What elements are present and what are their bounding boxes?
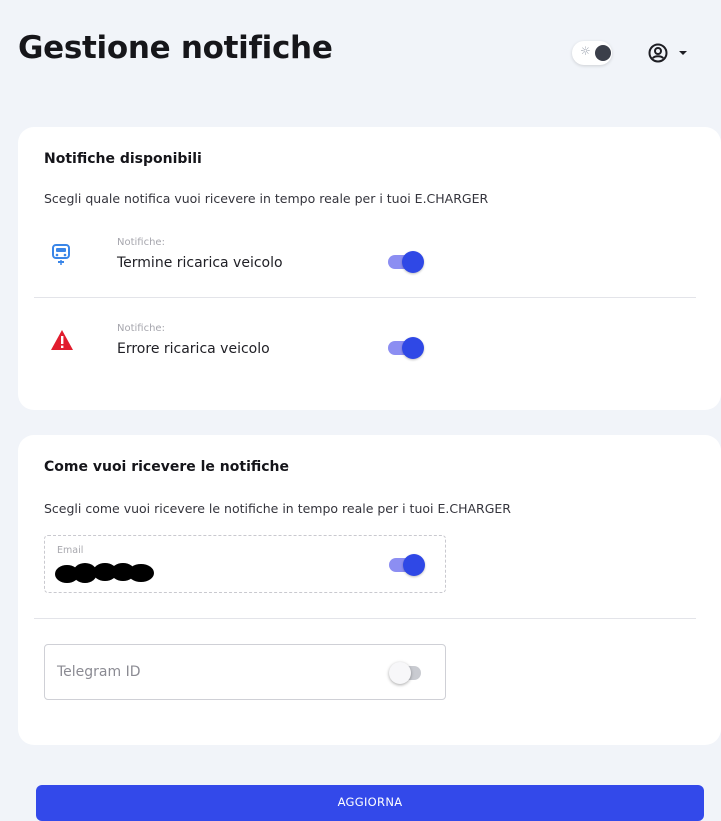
toggle-knob (389, 662, 411, 684)
email-field[interactable]: Email (44, 535, 446, 593)
sun-icon: ☼ (580, 44, 591, 58)
theme-toggle-knob (595, 45, 611, 61)
warning-triangle-icon (50, 329, 74, 355)
charge-error-toggle[interactable] (388, 336, 424, 360)
telegram-id-placeholder: Telegram ID (57, 664, 141, 680)
notification-row-charge-complete: Notifiche: Termine ricarica veicolo (44, 237, 704, 287)
available-notifications-description: Scegli quale notifica vuoi ricevere in t… (44, 191, 489, 206)
email-field-label: Email (57, 545, 84, 556)
theme-toggle[interactable]: ☼ (572, 41, 616, 65)
notification-label: Errore ricarica veicolo (117, 341, 270, 357)
email-toggle[interactable] (389, 553, 425, 577)
notification-row-charge-error: Notifiche: Errore ricarica veicolo (44, 323, 704, 373)
toggle-knob (402, 337, 424, 359)
charging-station-icon (50, 243, 72, 271)
notification-type-label: Notifiche: (117, 237, 165, 248)
account-menu[interactable] (648, 40, 688, 66)
caret-down-icon (678, 49, 688, 57)
delivery-channels-description: Scegli come vuoi ricevere le notifiche i… (44, 501, 511, 516)
delivery-channels-title: Come vuoi ricevere le notifiche (44, 459, 290, 475)
delivery-channels-card: Come vuoi ricevere le notifiche Scegli c… (18, 435, 721, 745)
page-title: Gestione notifiche (18, 30, 333, 66)
toggle-knob (402, 251, 424, 273)
notification-label: Termine ricarica veicolo (117, 255, 283, 271)
redacted-value (55, 562, 155, 588)
divider (34, 297, 696, 298)
user-circle-icon (648, 43, 668, 63)
toggle-knob (403, 554, 425, 576)
available-notifications-title: Notifiche disponibili (44, 151, 202, 167)
telegram-id-field[interactable]: Telegram ID (44, 644, 446, 700)
charge-complete-toggle[interactable] (388, 250, 424, 274)
available-notifications-card: Notifiche disponibili Scegli quale notif… (18, 127, 721, 410)
divider (34, 618, 696, 619)
telegram-toggle[interactable] (389, 661, 425, 685)
update-button[interactable]: AGGIORNA (36, 785, 704, 821)
notification-type-label: Notifiche: (117, 323, 165, 334)
